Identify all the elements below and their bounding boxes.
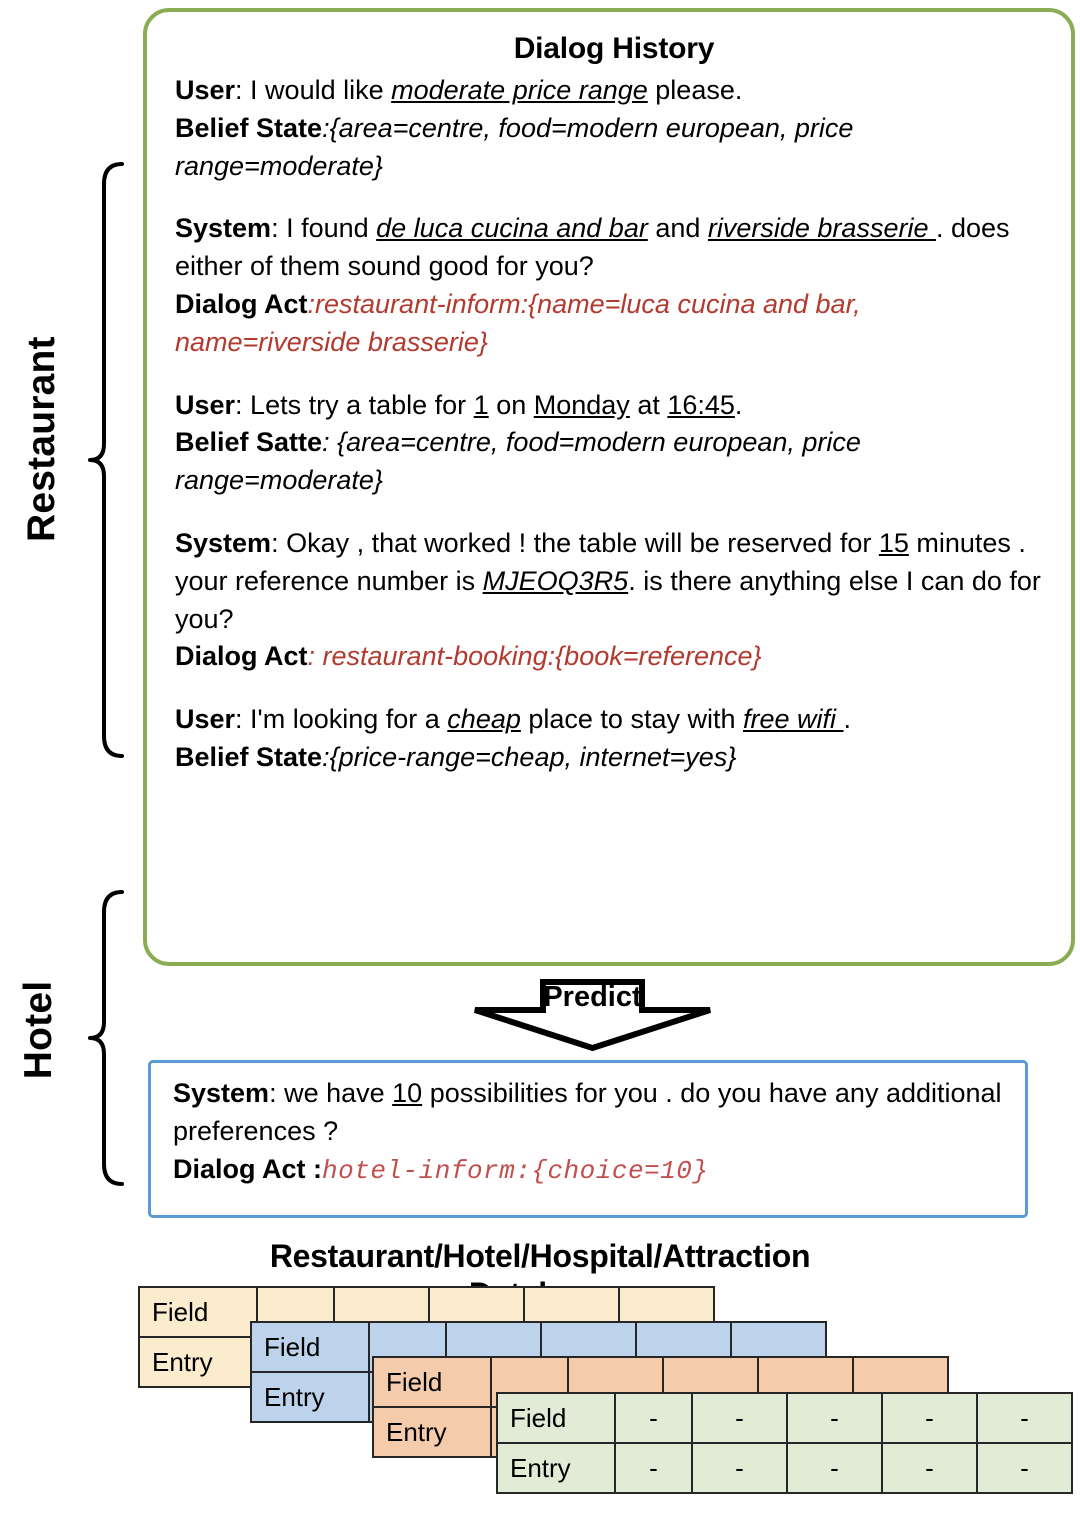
db-cell: - (976, 1392, 1073, 1444)
utterance-text: : I'm looking for a (235, 704, 448, 735)
hotel-label: Hotel (17, 980, 60, 1080)
slot-value-2: free wifi (742, 704, 844, 735)
slot-value-2: riverside brasserie (707, 213, 936, 244)
slot-value: 10 (392, 1078, 423, 1108)
hotel-brace-icon (88, 890, 124, 1186)
speaker-label: System (175, 527, 272, 558)
belief-state-label: Belief State (175, 741, 323, 772)
prediction-utterance: System: we have 10 possibilities for you… (173, 1075, 1009, 1151)
utterance-text-mid: on (488, 389, 534, 420)
utterance-text-mid2: at (629, 389, 668, 420)
database-table-attraction: Field - - - - - Entry - - - - - (496, 1392, 1073, 1494)
speaker-label: User (175, 704, 236, 735)
prediction-box: System: we have 10 possibilities for you… (148, 1060, 1028, 1218)
table-row: Entry - - - - - (496, 1442, 1073, 1494)
field-row-label: Field (250, 1321, 370, 1373)
slot-value: moderate price range (391, 75, 648, 105)
entry-row-label: Entry (250, 1371, 370, 1423)
entry-row-label: Entry (372, 1406, 492, 1458)
dialog-act-label: Dialog Act (175, 641, 308, 672)
dialog-act-value: : restaurant-booking:{book=reference} (307, 641, 762, 672)
predict-arrow-label: Predict (543, 981, 642, 1013)
db-cell: - (614, 1442, 693, 1494)
db-cell: - (786, 1442, 883, 1494)
slot-value: cheap (447, 704, 521, 735)
belief-state-line: Belief State:{area=centre, food=modern e… (175, 110, 1053, 186)
belief-state-line: Belief State:{price-range=cheap, interne… (175, 739, 1053, 777)
db-cell: - (881, 1442, 978, 1494)
belief-state-value: :{price-range=cheap, internet=yes} (322, 741, 737, 772)
dialog-turn: System: Okay , that worked ! the table w… (175, 525, 1053, 676)
utterance-text: : Lets try a table for (235, 389, 474, 420)
dialog-act-value: hotel-inform:{choice=10} (322, 1155, 709, 1186)
speaker-label: User (175, 75, 236, 105)
turn-utterance: System: I found de luca cucina and bar a… (175, 210, 1053, 286)
restaurant-label: Restaurant (20, 336, 63, 542)
slot-value: 1 (473, 389, 489, 420)
restaurant-brace-icon (88, 162, 124, 758)
slot-value-2: Monday (533, 389, 630, 420)
db-cell: - (881, 1392, 978, 1444)
entry-row-label: Entry (138, 1336, 258, 1388)
belief-state-label: Belief Satte (175, 427, 323, 458)
predict-arrow: Predict (470, 978, 715, 1052)
utterance-text-tail: please. (647, 75, 743, 105)
slot-value-3: 16:45 (667, 389, 735, 420)
dialog-act-line: Dialog Act: restaurant-booking:{book=ref… (175, 638, 1053, 676)
db-cell: - (691, 1442, 788, 1494)
dialog-turn: User: I'm looking for a cheap place to s… (175, 701, 1053, 777)
utterance-text: : I found (271, 213, 377, 244)
speaker-label: System (173, 1078, 270, 1108)
dialog-history-box: Dialog History User: I would like modera… (143, 8, 1075, 966)
field-row-label: Field (138, 1286, 258, 1338)
turn-utterance: User: I would like moderate price range … (175, 72, 1053, 110)
utterance-text: : Okay , that worked ! the table will be… (271, 527, 879, 558)
dialog-turn: User: Lets try a table for 1 on Monday a… (175, 387, 1053, 500)
dialog-act-label: Dialog Act : (173, 1153, 323, 1184)
utterance-text-mid: and (647, 213, 708, 244)
dialog-turn: User: I would like moderate price range … (175, 72, 1053, 185)
speaker-label: User (175, 389, 236, 420)
utterance-text-mid: place to stay with (520, 704, 743, 735)
dialog-act-label: Dialog Act (175, 288, 308, 319)
table-row: Field - - - - - (496, 1392, 1073, 1444)
utterance-text: : we have (269, 1078, 393, 1108)
database-title: Restaurant/Hotel/Hospital/Attraction (269, 1238, 811, 1274)
speaker-label: System (175, 213, 272, 244)
slot-value: de luca cucina and bar (376, 213, 648, 244)
entry-row-label: Entry (496, 1442, 616, 1494)
db-cell: - (786, 1392, 883, 1444)
prediction-dialog-act-line: Dialog Act :hotel-inform:{choice=10} (173, 1151, 1009, 1189)
utterance-text-tail: . (843, 704, 852, 735)
slot-value: 15 (878, 527, 909, 558)
db-cell: - (691, 1392, 788, 1444)
dialog-turn: System: I found de luca cucina and bar a… (175, 210, 1053, 361)
slot-value-2: MJEOQ3R5 (482, 565, 629, 596)
field-row-label: Field (372, 1356, 492, 1408)
dialog-history-title: Dialog History (513, 32, 715, 65)
turn-utterance: User: I'm looking for a cheap place to s… (175, 701, 1053, 739)
hotel-bracket-group: Hotel (0, 888, 140, 1188)
turn-utterance: User: Lets try a table for 1 on Monday a… (175, 387, 1053, 425)
figure-root: Restaurant Hotel Dialog History User: I … (0, 0, 1080, 1525)
turn-utterance: System: Okay , that worked ! the table w… (175, 525, 1053, 638)
dialog-act-line: Dialog Act:restaurant-inform:{name=luca … (175, 286, 1053, 362)
field-row-label: Field (496, 1392, 616, 1444)
utterance-text-tail: . (734, 389, 743, 420)
db-cell: - (614, 1392, 693, 1444)
utterance-text: : I would like (235, 75, 392, 105)
restaurant-bracket-group: Restaurant (0, 160, 140, 760)
db-cell: - (976, 1442, 1073, 1494)
belief-state-line: Belief Satte: {area=centre, food=modern … (175, 424, 1053, 500)
belief-state-label: Belief State (175, 112, 323, 143)
